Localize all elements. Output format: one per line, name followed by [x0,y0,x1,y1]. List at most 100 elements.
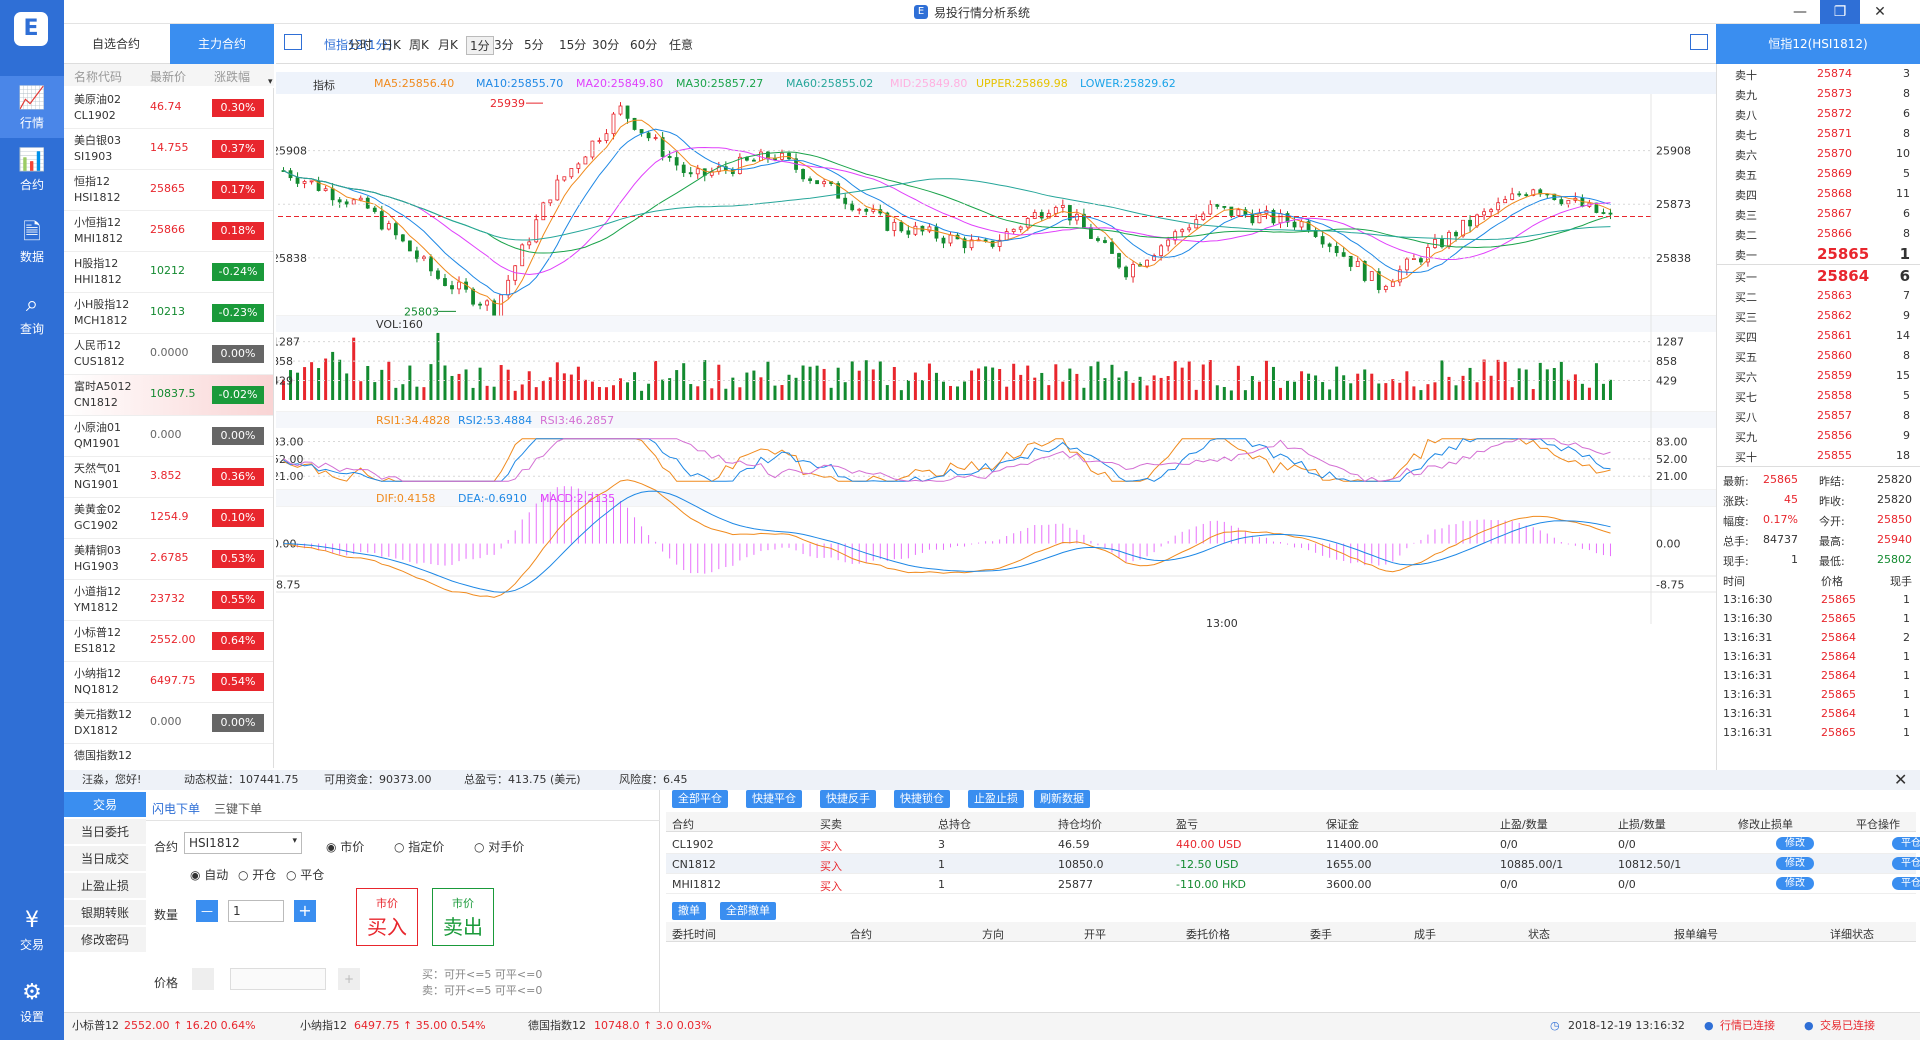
period-8[interactable]: 30分 [592,36,619,53]
volume-bar [324,358,328,400]
watchlist-row[interactable]: 美原油02 CL1902 46.74 0.30% [64,88,273,129]
period-3[interactable]: 月K [438,36,458,53]
period-1[interactable]: 日K [381,36,401,53]
price-minus-button[interactable] [192,968,214,990]
sidebar-item-quotes[interactable]: 📈 行情 [0,76,64,138]
period-7[interactable]: 15分 [559,36,586,53]
radio-auto[interactable]: ◉ 自动 [190,866,228,883]
period-9[interactable]: 60分 [630,36,657,53]
radio-open[interactable]: ○ 开仓 [238,866,276,883]
radio-market[interactable]: ◉ 市价 [326,838,364,855]
watchlist-row[interactable]: 德国指数12 [64,744,273,768]
tab-three-key-order[interactable]: 三键下单 [214,800,262,817]
watchlist-row[interactable]: 小标普12 ES1812 2552.00 0.64% [64,621,273,662]
trade-nav-item[interactable]: 银期转账 [64,900,146,926]
position-action-button[interactable]: 快捷锁仓 [894,790,950,808]
change-badge: 0.17% [212,181,264,199]
close-panel-icon[interactable]: ✕ [1894,770,1907,790]
minimize-button[interactable]: — [1780,0,1820,24]
position-action-button[interactable]: 快捷平仓 [746,790,802,808]
watchlist-row[interactable]: 小H股指12 MCH1812 10213 -0.23% [64,293,273,334]
volume-bar [1475,382,1479,400]
watchlist-row[interactable]: 人民币12 CUS1812 0.0000 0.00% [64,334,273,375]
level-volume: 8 [1903,409,1910,422]
trade-nav-item[interactable]: 当日成交 [64,846,146,872]
quantity-input[interactable]: 1 [228,900,284,922]
close-button[interactable]: ✕ [1860,0,1900,24]
dropdown-chevron-icon[interactable]: ▾ [268,77,273,87]
trade-nav-item[interactable]: 止盈止损 [64,873,146,899]
volume-bar [1307,373,1311,400]
watchlist-row[interactable]: 小恒指12 MHI1812 25866 0.18% [64,211,273,252]
watchlist-row[interactable]: 美白银03 SI1903 14.755 0.37% [64,129,273,170]
volume-bar [366,365,370,400]
modify-stop-button[interactable]: 修改 [1776,857,1814,870]
sidebar-item-settings[interactable]: ⚙ 设置 [0,970,64,1032]
watchlist-row[interactable]: 富时A5012 CN1812 10837.5 -0.02% [64,375,273,416]
period-0[interactable]: 分时 [348,36,372,53]
sidebar-item-query[interactable]: ⌕ 查询 [0,282,64,344]
panel-toggle-icon[interactable] [284,34,302,50]
position-action-button[interactable]: 快捷反手 [820,790,876,808]
watchlist-row[interactable]: 美精铜03 HG1903 2.6785 0.53% [64,539,273,580]
close-position-button[interactable]: 平仓 [1892,837,1920,850]
watchlist-row[interactable]: 天然气01 NG1901 3.852 0.36% [64,457,273,498]
candle [548,199,553,204]
orderbook-toggle-icon[interactable] [1690,34,1708,50]
order-action-button[interactable]: 撤单 [672,902,706,920]
contract-code: HG1903 [74,560,119,573]
watchlist-row[interactable]: 美元指数12 DX1812 0.000 0.00% [64,703,273,744]
period-2[interactable]: 周K [409,36,429,53]
modify-stop-button[interactable]: 修改 [1776,837,1814,850]
volume-bar [1215,385,1219,400]
order-action-button[interactable]: 全部撤单 [720,902,776,920]
contract-name-code: 富时A5012 CN1812 [74,379,132,411]
tab-flash-order[interactable]: 闪电下单 [152,800,200,817]
volume-bar [1271,366,1275,400]
close-position-button[interactable]: 平仓 [1892,877,1920,890]
contract-select[interactable]: HSI1812 ▾ [184,832,302,854]
watchlist-row[interactable]: 美黄金02 GC1902 1254.9 0.10% [64,498,273,539]
maximize-button[interactable]: ❐ [1820,0,1860,24]
radio-limit[interactable]: ○ 指定价 [394,838,444,855]
volume-bar [506,369,510,400]
position-row[interactable]: CN1812 买入 1 10850.0 -12.50 USD 1655.00 10885.0… [666,854,1920,874]
buy-button[interactable]: 市价 买入 [356,888,418,946]
sidebar-item-contracts[interactable]: 📊 合约 [0,138,64,200]
qty-minus-button[interactable]: — [196,900,218,922]
position-row[interactable]: CL1902 买入 3 46.59 440.00 USD 11400.00 0/0 0/0 修改… [666,834,1920,854]
tab-watchlist[interactable]: 自选合约 [64,24,168,64]
tab-main-contracts[interactable]: 主力合约 [170,24,274,64]
contract-name-code: 恒指12 HSI1812 [74,174,121,206]
watchlist-row[interactable]: 小纳指12 NQ1812 6497.75 0.54% [64,662,273,703]
watchlist-row[interactable]: 小道指12 YM1812 23732 0.55% [64,580,273,621]
period-6[interactable]: 5分 [524,36,544,53]
period-4[interactable]: 1分 [466,36,494,55]
level-label: 卖九 [1735,89,1757,102]
sell-button[interactable]: 市价 卖出 [432,888,494,946]
position-action-button[interactable]: 全部平仓 [672,790,728,808]
trade-nav-item[interactable]: 交易 [64,792,146,818]
volume-bar [752,370,756,400]
qty-plus-button[interactable]: + [294,900,316,922]
contract-name-code: 美白银03 SI1903 [74,133,121,165]
period-5[interactable]: 3分 [494,36,514,53]
price-plus-button[interactable]: + [338,968,360,990]
watchlist-row[interactable]: 恒指12 HSI1812 25865 0.17% [64,170,273,211]
watchlist-row[interactable]: H股指12 HHI1812 10212 -0.24% [64,252,273,293]
radio-counter[interactable]: ○ 对手价 [474,838,524,855]
price-input[interactable] [230,968,326,990]
sidebar-item-trade[interactable]: ¥ 交易 [0,898,64,960]
radio-close[interactable]: ○ 平仓 [286,866,324,883]
close-position-button[interactable]: 平仓 [1892,857,1920,870]
position-action-button[interactable]: 刷新数据 [1034,790,1090,808]
modify-stop-button[interactable]: 修改 [1776,877,1814,890]
watchlist-row[interactable]: 小原油01 QM1901 0.000 0.00% [64,416,273,457]
trade-nav-item[interactable]: 当日委托 [64,819,146,845]
sidebar-item-data[interactable]: 🗎 数据 [0,210,64,272]
position-action-button[interactable]: 止盈止损 [968,790,1024,808]
position-row[interactable]: MHI1812 买入 1 25877 -110.00 HKD 3600.00 0/0 0/0 修… [666,874,1920,894]
kline-chart[interactable]: 2590825838259082587325838258652593925803… [276,94,1716,770]
period-10[interactable]: 任意 [669,36,693,53]
trade-nav-item[interactable]: 修改密码 [64,927,146,953]
